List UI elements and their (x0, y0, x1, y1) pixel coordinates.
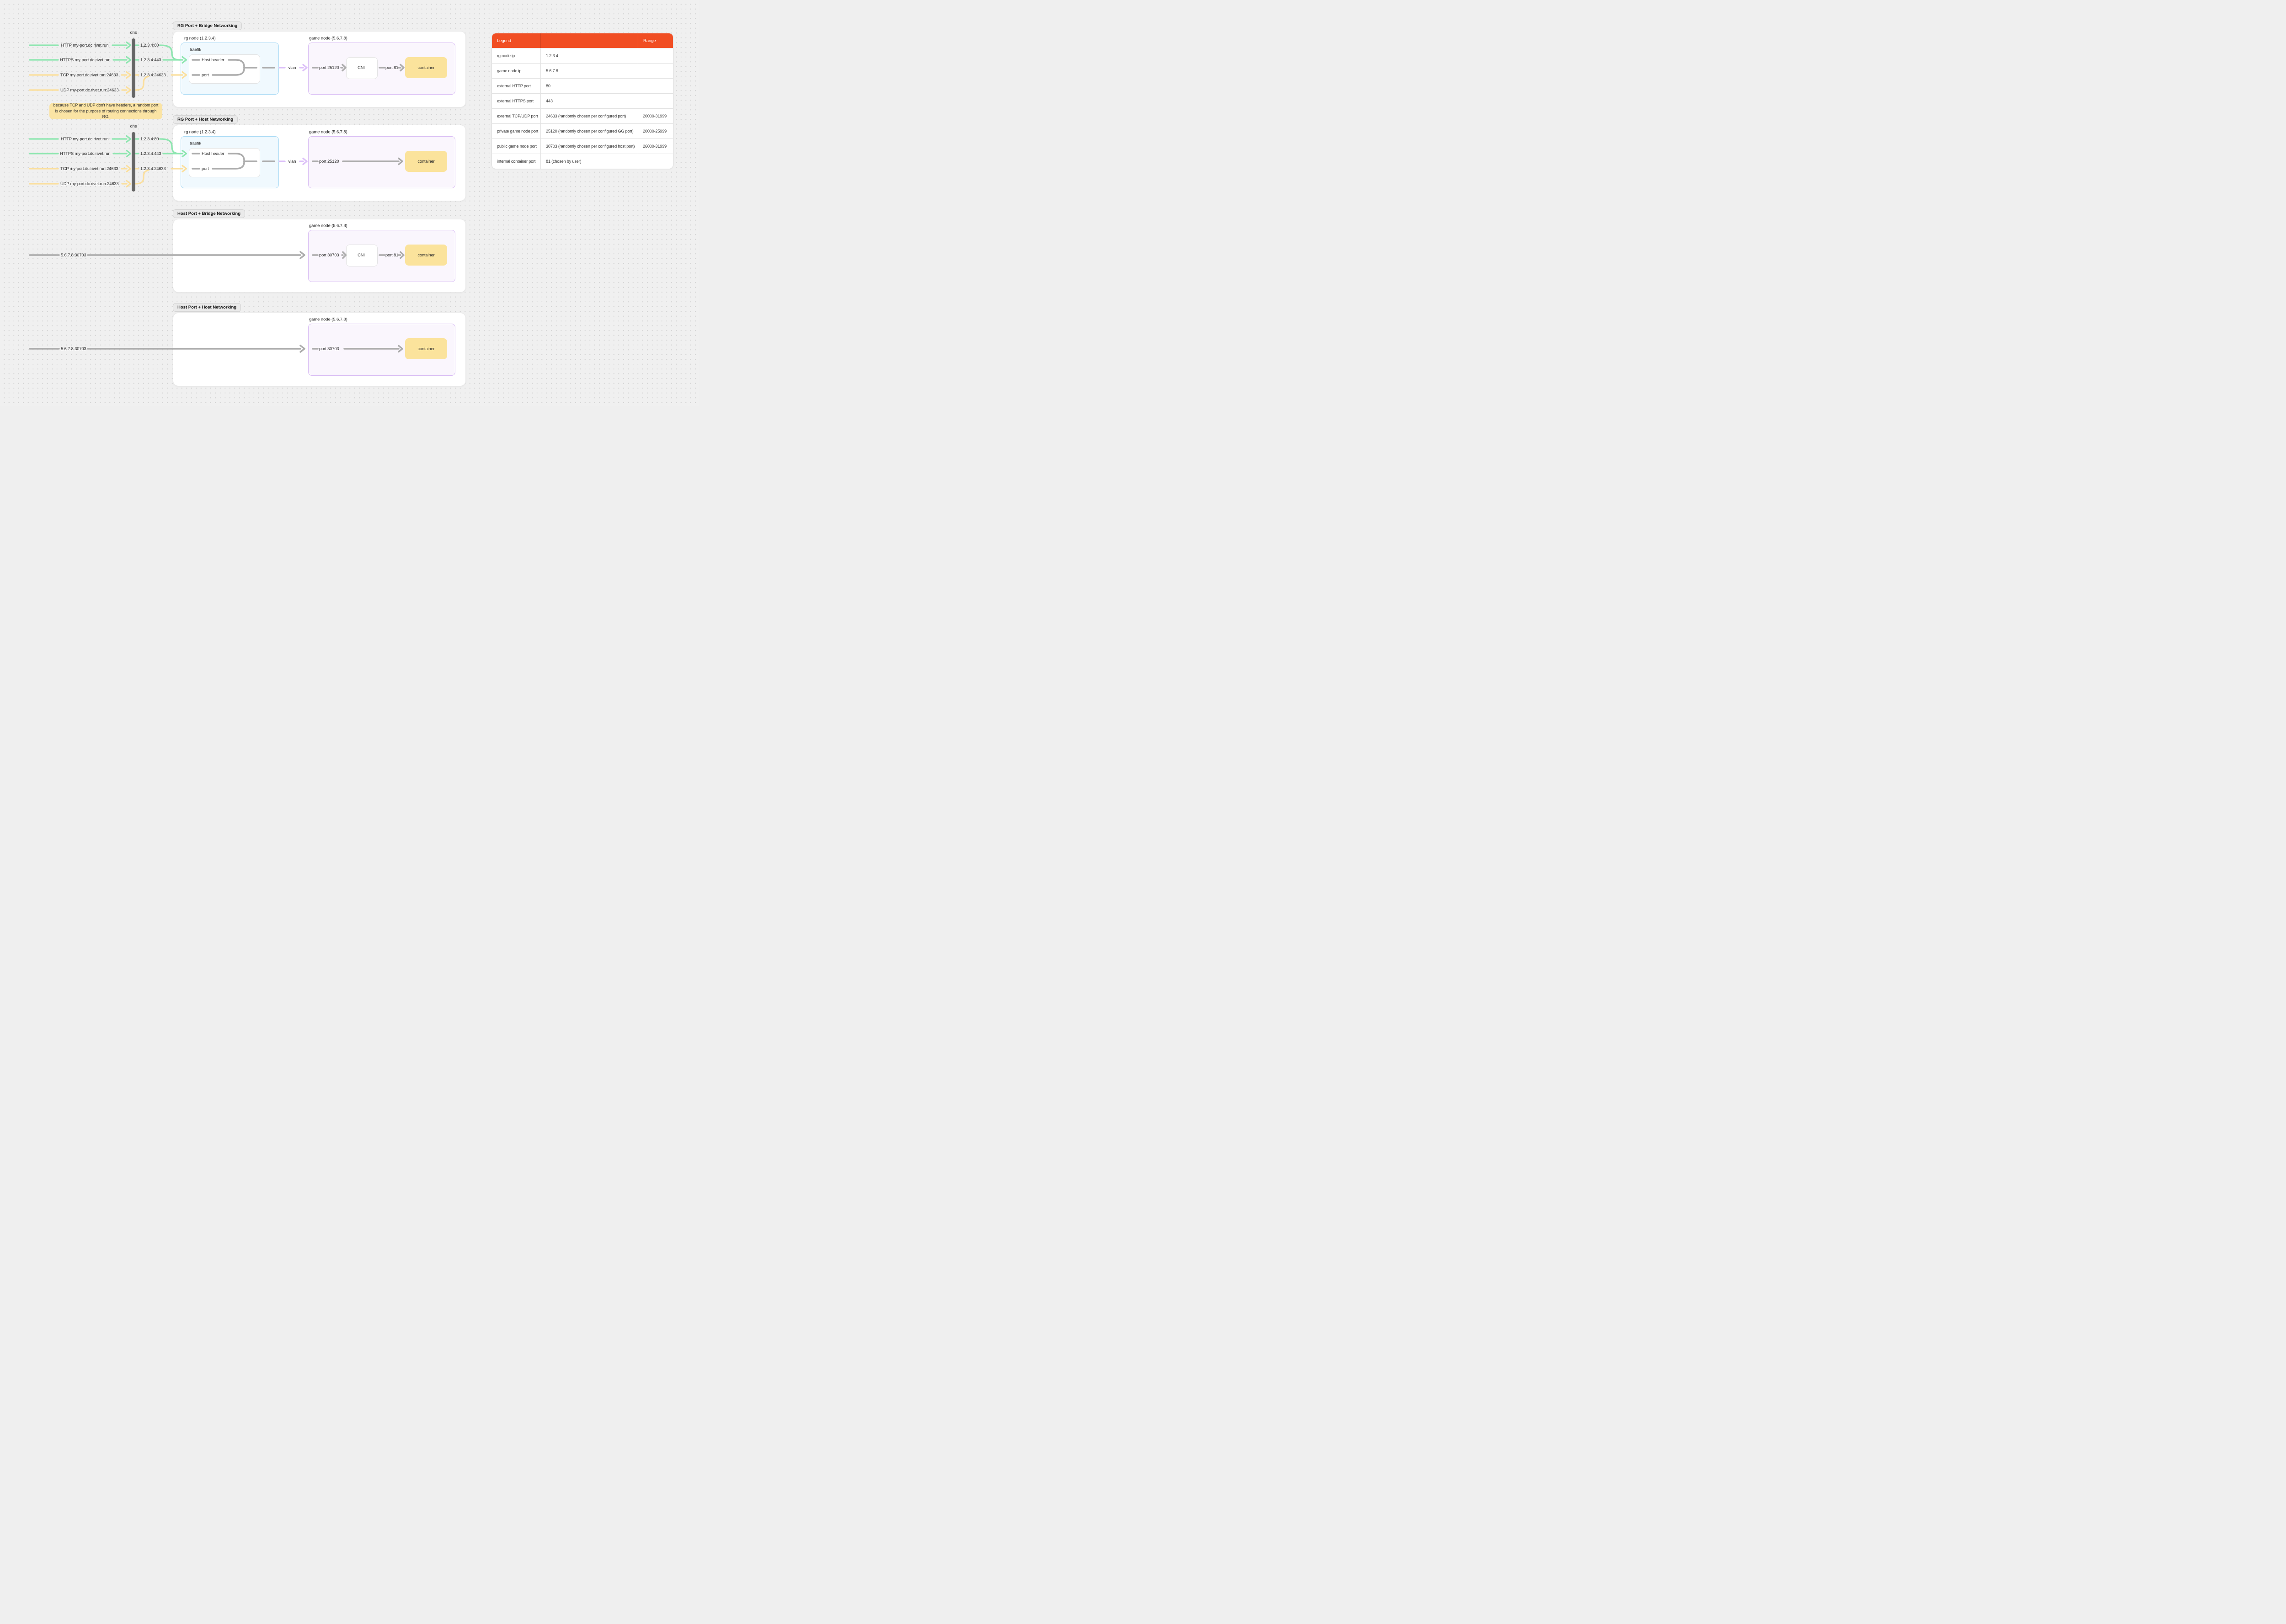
legend-row-name: game node ip (492, 63, 541, 78)
legend-row-range: 20000-31999 (638, 108, 673, 123)
host-source-label: 5.6.7.8:30703 (61, 346, 86, 351)
container-label: container (417, 253, 435, 257)
resolved-tcp: 1.2.3.4:24633 (140, 166, 166, 171)
internal-port-label: port 81 (385, 65, 399, 70)
legend-row-value: 1.2.3.4 (541, 48, 638, 63)
host-port-label: port 30703 (319, 253, 339, 257)
host-header-label: Host header (202, 58, 224, 62)
host-source-label: 5.6.7.8:30703 (61, 253, 86, 257)
table-row: external TCP/UDP port 24633 (randomly ch… (492, 108, 673, 123)
vlan-label: vlan (288, 65, 296, 70)
traefik-label: traefik (190, 47, 202, 53)
port-label: port (202, 166, 209, 171)
legend-row-value: 25120 (randomly chosen per configured GG… (541, 123, 638, 138)
section-title-host-bridge: Host Port + Bridge Networking (173, 209, 246, 218)
dns-bar (132, 132, 135, 192)
legend-row-range: 20000-25999 (638, 123, 673, 138)
legend-row-value: 24633 (randomly chosen per configured po… (541, 108, 638, 123)
section-title-rg-host: RG Port + Host Networking (173, 115, 238, 124)
legend-row-value: 30703 (randomly chosen per configured ho… (541, 138, 638, 154)
vlan-label: vlan (288, 159, 296, 164)
legend-row-value: 81 (chosen by user) (541, 154, 638, 169)
flow-https-label: HTTPS my-port.dc.rivet.run (60, 58, 111, 62)
game-node-label: game node (5.6.7.8) (309, 36, 347, 41)
tcp-udp-note: because TCP and UDP don't have headers, … (49, 103, 162, 119)
resolved-tcp: 1.2.3.4:24633 (140, 73, 166, 77)
container-label: container (417, 346, 435, 351)
section-title-rg-bridge: RG Port + Bridge Networking (173, 21, 242, 30)
table-row: public game node port 30703 (randomly ch… (492, 138, 673, 154)
flow-udp-label: UDP my-port.dc.rivet.run:24633 (60, 181, 119, 186)
flow-https-label: HTTPS my-port.dc.rivet.run (60, 151, 111, 156)
rg-port-label: port 25120 (319, 159, 339, 164)
table-row: external HTTPS port 443 (492, 93, 673, 108)
table-row: game node ip 5.6.7.8 (492, 63, 673, 78)
flow-udp-label: UDP my-port.dc.rivet.run:24633 (60, 88, 119, 92)
resolved-http: 1.2.3.4:80 (140, 43, 159, 48)
rg-node-label: rg node (1.2.3.4) (184, 129, 216, 135)
legend-row-name: external HTTP port (492, 78, 541, 93)
legend-row-range (638, 78, 673, 93)
legend-row-range (638, 63, 673, 78)
table-row: rg node ip 1.2.3.4 (492, 48, 673, 63)
legend-row-range: 26000-31999 (638, 138, 673, 154)
resolved-https: 1.2.3.4:443 (140, 58, 161, 62)
legend-row-name: external TCP/UDP port (492, 108, 541, 123)
resolved-https: 1.2.3.4:443 (140, 151, 161, 156)
container-label: container (417, 65, 435, 70)
dns-bar (132, 38, 135, 98)
legend-header-cell: Legend (492, 33, 541, 48)
legend-table: Legend Range rg node ip 1.2.3.4 game nod… (491, 33, 673, 169)
port-label: port (202, 73, 209, 77)
legend-row-range (638, 93, 673, 108)
flow-http-label: HTTP my-port.dc.rivet.run (61, 43, 109, 48)
legend-row-name: private game node port (492, 123, 541, 138)
cni-label: CNI (358, 253, 365, 257)
traefik-box (189, 54, 260, 84)
traefik-label: traefik (190, 141, 202, 146)
table-row: private game node port 25120 (randomly c… (492, 123, 673, 138)
table-row: internal container port 81 (chosen by us… (492, 154, 673, 169)
rg-node-label: rg node (1.2.3.4) (184, 36, 216, 41)
legend-row-name: rg node ip (492, 48, 541, 63)
container-label: container (417, 159, 435, 164)
legend-row-name: internal container port (492, 154, 541, 169)
dns-label: dns (130, 30, 137, 35)
legend-row-range (638, 48, 673, 63)
flow-tcp-label: TCP my-port.dc.rivet.run:24633 (60, 73, 118, 77)
game-node-label: game node (5.6.7.8) (309, 317, 347, 322)
legend-row-value: 443 (541, 93, 638, 108)
resolved-http: 1.2.3.4:80 (140, 137, 159, 141)
host-port-label: port 30703 (319, 346, 339, 351)
flow-tcp-label: TCP my-port.dc.rivet.run:24633 (60, 166, 118, 171)
rg-port-label: port 25120 (319, 65, 339, 70)
game-node-label: game node (5.6.7.8) (309, 223, 347, 229)
legend-header-value-cell (541, 33, 638, 48)
legend-row-name: public game node port (492, 138, 541, 154)
legend-table-header: Legend Range (492, 33, 673, 48)
section-title-host-host: Host Port + Host Networking (173, 303, 241, 312)
game-node-label: game node (5.6.7.8) (309, 129, 347, 135)
legend-row-range (638, 154, 673, 169)
table-row: external HTTP port 80 (492, 78, 673, 93)
legend-row-value: 80 (541, 78, 638, 93)
legend-header-range-cell: Range (643, 38, 656, 43)
cni-label: CNI (358, 65, 365, 70)
legend-row-name: external HTTPS port (492, 93, 541, 108)
traefik-box (189, 148, 260, 177)
legend-row-value: 5.6.7.8 (541, 63, 638, 78)
dns-label: dns (130, 124, 137, 128)
internal-port-label: port 81 (385, 253, 399, 257)
diagram-canvas: RG Port + Bridge Networking RG Port + Ho… (0, 0, 699, 406)
host-header-label: Host header (202, 151, 224, 156)
flow-http-label: HTTP my-port.dc.rivet.run (61, 137, 109, 141)
